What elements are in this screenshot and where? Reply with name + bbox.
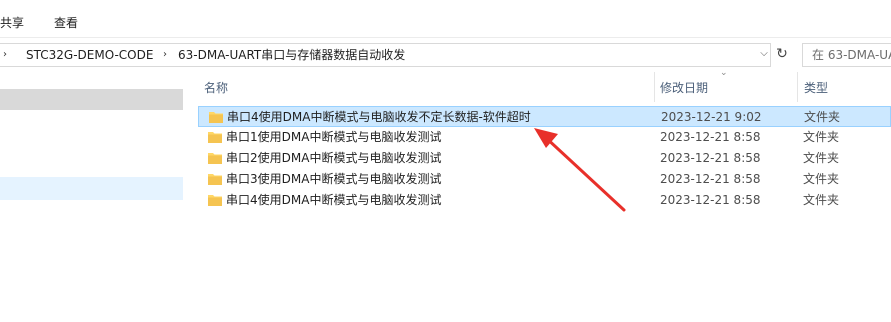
file-date: 2023-12-21 8:58 — [660, 151, 761, 165]
refresh-icon: ↻ — [776, 46, 788, 62]
column-divider[interactable] — [797, 72, 798, 102]
file-type: 文件夹 — [803, 172, 840, 186]
nav-item-selected[interactable] — [0, 177, 183, 200]
folder-icon — [208, 153, 222, 164]
file-type: 文件夹 — [804, 110, 841, 124]
file-date: 2023-12-21 8:58 — [660, 193, 761, 207]
file-date: 2023-12-21 8:58 — [660, 130, 761, 144]
nav-item-hover[interactable] — [0, 89, 183, 110]
refresh-button[interactable]: ↻ — [773, 43, 791, 65]
annotation-arrow — [534, 128, 626, 212]
column-header-name[interactable]: 名称 — [204, 78, 228, 98]
column-header-type[interactable]: 类型 — [804, 78, 828, 98]
file-name: 串口2使用DMA中断模式与电脑收发测试 — [226, 151, 442, 165]
file-type: 文件夹 — [803, 151, 840, 165]
file-name: 串口4使用DMA中断模式与电脑收发测试 — [226, 193, 442, 207]
file-type: 文件夹 — [803, 193, 840, 207]
file-name: 串口3使用DMA中断模式与电脑收发测试 — [226, 172, 442, 186]
folder-icon — [208, 195, 222, 206]
ribbon-tab-share[interactable]: 共享 — [0, 14, 24, 32]
breadcrumb-root[interactable]: STC32G-DEMO-CODE — [26, 44, 153, 66]
ribbon-tab-view[interactable]: 查看 — [54, 14, 78, 32]
file-date: 2023-12-21 8:58 — [660, 172, 761, 186]
breadcrumb-current[interactable]: 63-DMA-UART串口与存储器数据自动收发 — [178, 44, 405, 66]
file-date: 2023-12-21 9:02 — [661, 110, 762, 124]
column-header-date[interactable]: 修改日期 — [660, 78, 708, 98]
ribbon-divider — [0, 37, 891, 38]
file-type: 文件夹 — [803, 130, 840, 144]
search-input[interactable]: 在 63-DMA-UART... — [802, 43, 891, 67]
file-name: 串口4使用DMA中断模式与电脑收发不定长数据-软件超时 — [227, 110, 531, 124]
file-name: 串口1使用DMA中断模式与电脑收发测试 — [226, 130, 442, 144]
chevron-right-icon[interactable]: › — [163, 44, 167, 66]
sort-caret-icon: ⌄ — [720, 68, 728, 78]
folder-icon — [208, 174, 222, 185]
ribbon-top-strip — [0, 0, 891, 6]
chevron-right-icon[interactable]: › — [3, 44, 7, 66]
column-divider[interactable] — [654, 72, 655, 102]
folder-icon — [209, 112, 223, 123]
search-placeholder: 在 63-DMA-UART... — [812, 48, 891, 62]
chevron-down-icon: ⌵ — [760, 48, 768, 59]
folder-icon — [208, 132, 222, 143]
address-history-dropdown[interactable]: ⌵ — [757, 43, 771, 65]
address-bar[interactable]: › STC32G-DEMO-CODE › 63-DMA-UART串口与存储器数据… — [0, 43, 771, 67]
